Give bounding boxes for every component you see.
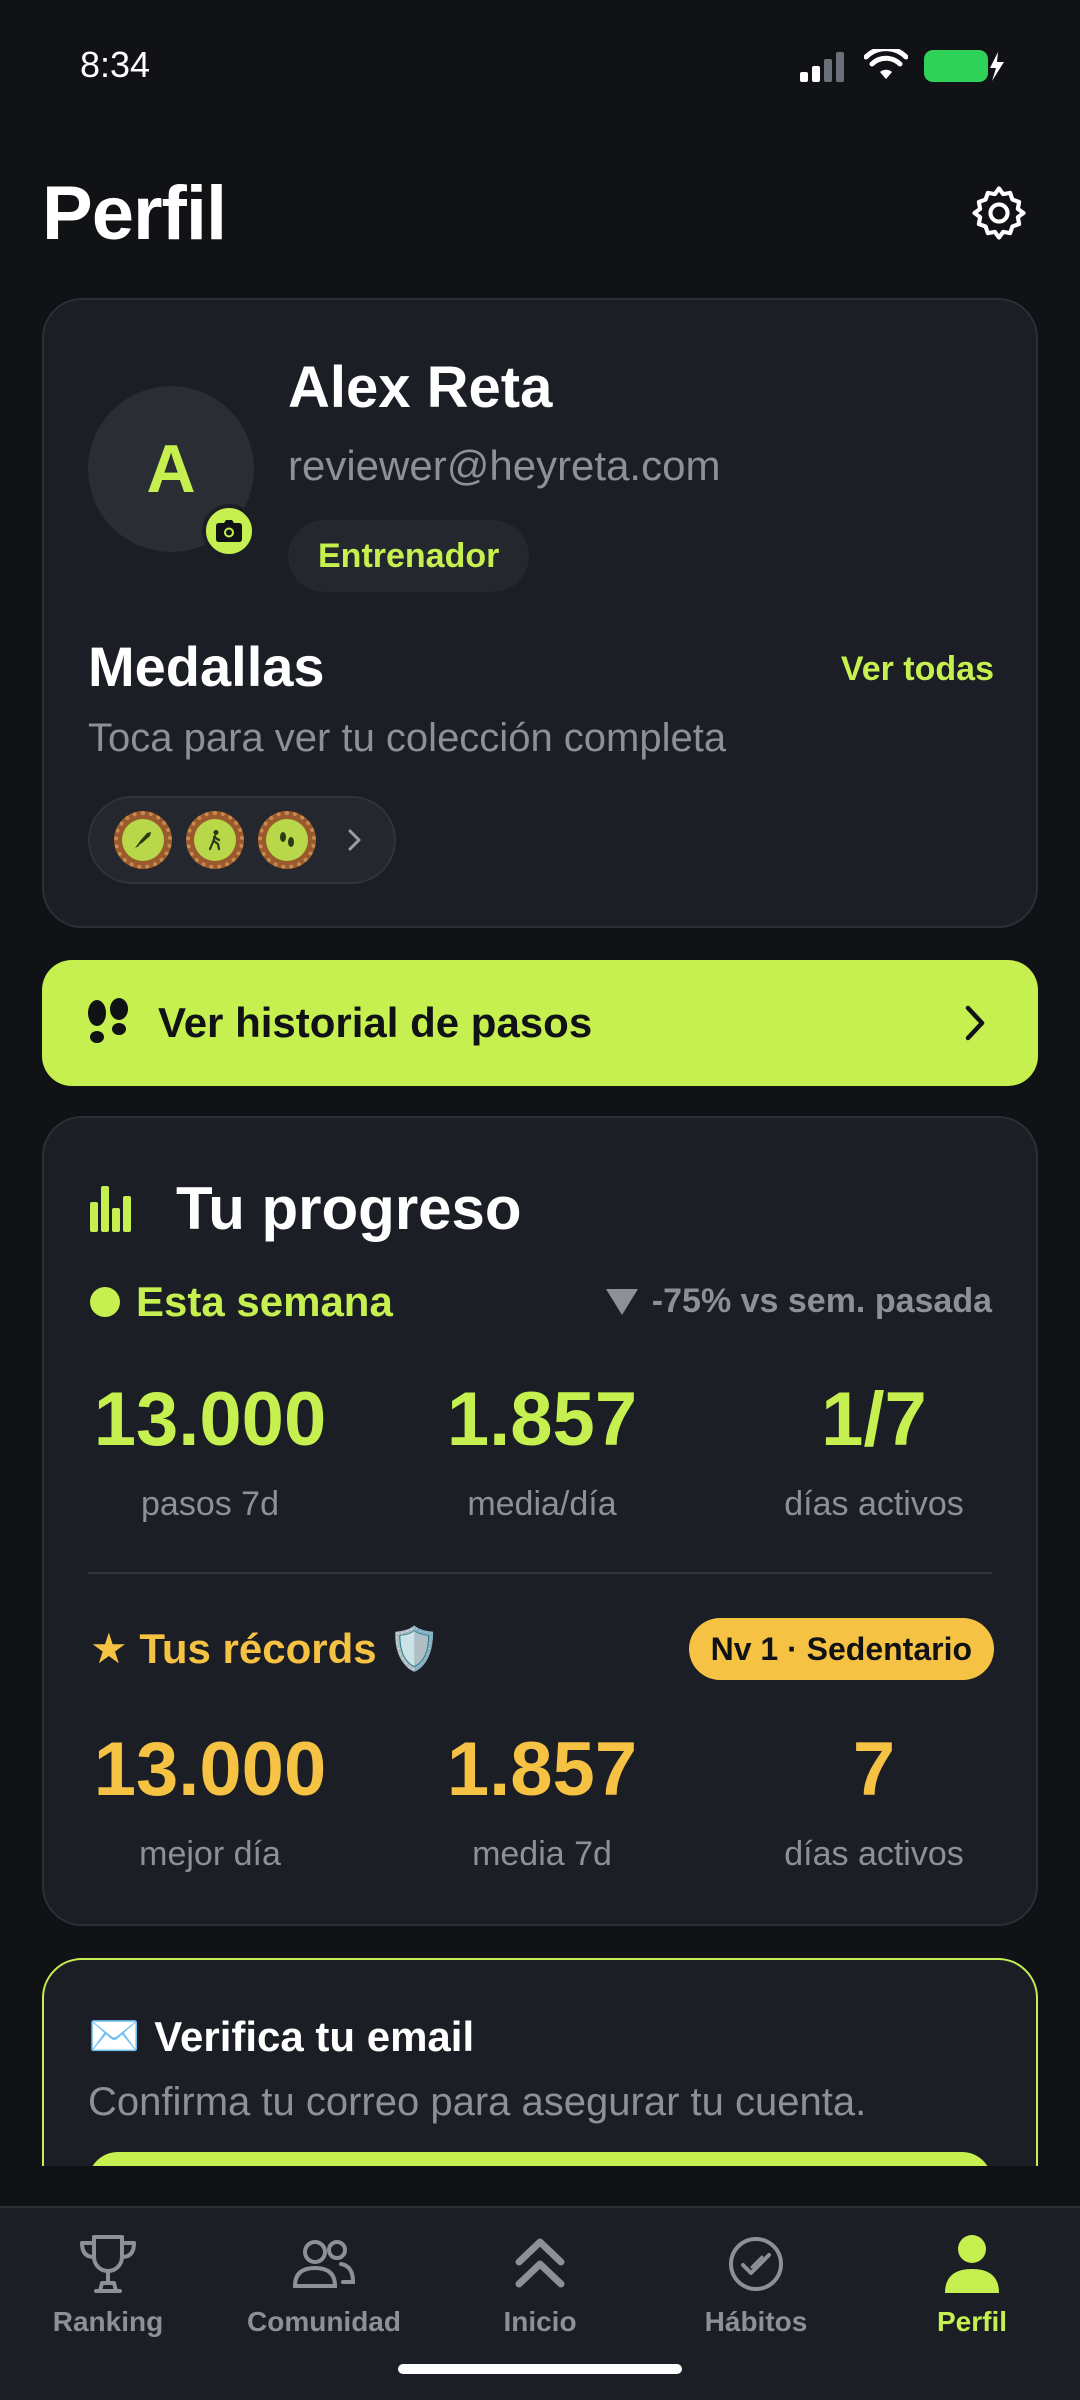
settings-button[interactable] xyxy=(968,182,1030,244)
week-stat-label: días activos xyxy=(784,1485,964,1523)
week-stats-row: 13.000 pasos 7d 1.857 media/día 1/7 días… xyxy=(44,1376,1040,1524)
wifi-icon xyxy=(864,49,908,79)
role-badge: Entrenador xyxy=(288,520,530,592)
home-chevrons-icon xyxy=(515,2238,565,2288)
status-icons xyxy=(800,48,1006,84)
battery-charging-icon xyxy=(924,50,1004,82)
week-label: Esta semana xyxy=(90,1278,393,1326)
record-stat: 1.857 media 7d xyxy=(376,1726,708,1874)
record-stat: 7 días activos xyxy=(708,1726,1040,1874)
footprints-medal-icon xyxy=(258,811,316,869)
level-badge: Nv 1 · Sedentario xyxy=(688,1618,994,1680)
medals-subtitle: Toca para ver tu colección completa xyxy=(88,716,727,760)
envelope-icon: ✉️ xyxy=(88,2012,141,2059)
user-name: Alex Reta xyxy=(288,355,553,420)
week-stat: 13.000 pasos 7d xyxy=(44,1376,376,1524)
signal-icon xyxy=(800,52,844,82)
trophy-icon xyxy=(80,2235,136,2293)
progress-card: Tu progreso Esta semana -75% vs sem. pas… xyxy=(42,1116,1038,1926)
week-stat-value: 1/7 xyxy=(821,1377,927,1462)
page-title: Perfil xyxy=(42,171,227,256)
tab-label: Hábitos xyxy=(704,2306,808,2337)
page-header: Perfil xyxy=(42,170,1038,260)
week-stat-value: 1.857 xyxy=(446,1377,638,1462)
community-icon xyxy=(292,2240,356,2288)
see-all-medals-link[interactable]: Ver todas xyxy=(841,650,994,689)
verify-email-text: Confirma tu correo para asegurar tu cuen… xyxy=(88,2080,867,2124)
record-stat-label: mejor día xyxy=(139,1835,281,1873)
week-stat-label: pasos 7d xyxy=(141,1485,279,1523)
tab-inicio[interactable]: Inicio xyxy=(432,2226,648,2338)
steps-history-button[interactable]: Ver historial de pasos xyxy=(42,960,1038,1086)
change-photo-button[interactable] xyxy=(202,504,256,558)
week-stat-value: 13.000 xyxy=(93,1377,327,1462)
record-stat-value: 13.000 xyxy=(93,1727,327,1812)
record-stats-row: 13.000 mejor día 1.857 media 7d 7 días a… xyxy=(44,1726,1040,1874)
tab-perfil[interactable]: Perfil xyxy=(864,2226,1080,2338)
status-time: 8:34 xyxy=(80,44,151,85)
chevron-right-icon xyxy=(965,1005,985,1041)
status-bar: 8:34 xyxy=(0,0,1080,130)
bar-chart-icon xyxy=(90,1186,131,1232)
progress-title: Tu progreso xyxy=(176,1175,522,1242)
gear-icon xyxy=(972,186,1026,240)
week-stat: 1.857 media/día xyxy=(376,1376,708,1524)
tab-label: Comunidad xyxy=(247,2306,401,2337)
record-stat-label: media 7d xyxy=(472,1835,612,1873)
record-stat: 13.000 mejor día xyxy=(44,1726,376,1874)
rocket-medal-icon xyxy=(114,811,172,869)
walker-medal-icon xyxy=(186,811,244,869)
medals-title: Medallas xyxy=(88,635,325,698)
tab-ranking[interactable]: Ranking xyxy=(0,2226,216,2338)
footprints-icon xyxy=(88,998,128,1043)
profile-icon xyxy=(945,2235,999,2293)
steps-history-label: Ver historial de pasos xyxy=(158,999,593,1046)
verify-email-title-text: Verifica tu email xyxy=(154,2012,475,2060)
tab-label: Inicio xyxy=(503,2306,577,2337)
record-stat-value: 1.857 xyxy=(446,1727,638,1812)
tab-label: Perfil xyxy=(936,2306,1008,2337)
tab-comunidad[interactable]: Comunidad xyxy=(216,2226,432,2338)
tab-habitos[interactable]: Hábitos xyxy=(648,2226,864,2338)
user-email: reviewer@heyreta.com xyxy=(288,442,721,489)
scroll-clip xyxy=(0,2166,1080,2206)
week-label-text: Esta semana xyxy=(136,1278,393,1325)
weekly-delta-text: -75% vs sem. pasada xyxy=(651,1282,992,1320)
tab-label: Ranking xyxy=(52,2306,164,2337)
record-stat-label: días activos xyxy=(784,1835,964,1873)
records-label: ★ Tus récords 🛡️ xyxy=(90,1625,441,1672)
medals-row[interactable] xyxy=(88,796,396,884)
habits-check-icon xyxy=(729,2237,783,2291)
divider xyxy=(88,1572,992,1574)
week-dot-icon xyxy=(90,1287,120,1317)
record-stat-value: 7 xyxy=(852,1727,896,1812)
weekly-delta: -75% vs sem. pasada xyxy=(605,1282,992,1321)
camera-icon xyxy=(216,520,242,542)
week-stat-label: media/día xyxy=(467,1485,617,1523)
home-indicator xyxy=(398,2364,682,2374)
chevron-right-icon xyxy=(348,829,361,851)
avatar-initial: A xyxy=(146,431,196,507)
verify-email-title: ✉️ Verifica tu email xyxy=(88,2012,474,2061)
triangle-down-icon xyxy=(605,1288,638,1315)
profile-card: A Alex Reta reviewer@heyreta.com Entrena… xyxy=(42,298,1038,928)
week-stat: 1/7 días activos xyxy=(708,1376,1040,1524)
